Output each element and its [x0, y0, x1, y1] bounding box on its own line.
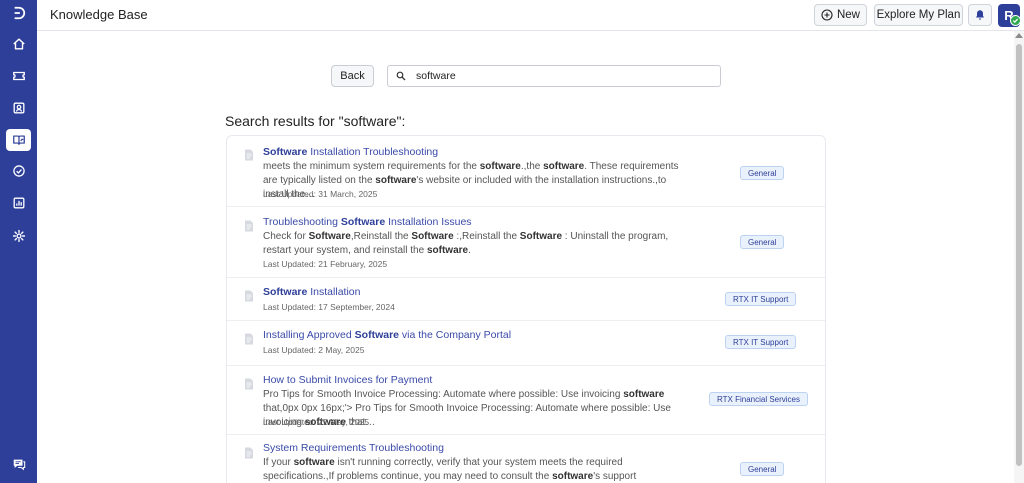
result-item[interactable]: Installing Approved Software via the Com… — [227, 321, 825, 366]
tasks-check-icon — [12, 165, 25, 177]
scroll-up-arrow-icon[interactable] — [1015, 33, 1023, 38]
result-title[interactable]: Software Installation — [263, 286, 360, 298]
result-title[interactable]: System Requirements Troubleshooting — [263, 442, 444, 454]
reports-icon — [13, 197, 24, 209]
notifications-button[interactable] — [968, 4, 992, 26]
category-badge[interactable]: General — [740, 235, 785, 249]
top-header: Knowledge Base New Explore My Plan R — [37, 0, 1024, 31]
result-last-updated: Last Updated: 2 May, 2025 — [263, 345, 365, 355]
search-icon — [396, 71, 406, 81]
back-button[interactable]: Back — [331, 65, 374, 87]
online-status-badge — [1010, 15, 1021, 26]
page-title: Knowledge Base — [50, 7, 148, 22]
sidebar-item-reports[interactable] — [6, 192, 31, 214]
check-icon — [1012, 18, 1019, 23]
result-item[interactable]: How to Submit Invoices for Payment Pro T… — [227, 366, 825, 435]
sidebar-item-tickets[interactable] — [6, 65, 31, 87]
sidebar-item-contacts[interactable] — [6, 97, 31, 119]
results-list: Software Installation Troubleshooting me… — [226, 135, 826, 483]
result-title[interactable]: How to Submit Invoices for Payment — [263, 374, 432, 386]
new-button[interactable]: New — [814, 4, 867, 26]
result-item[interactable]: Software Installation Troubleshooting me… — [227, 136, 825, 207]
plus-circle-icon — [821, 9, 833, 21]
result-last-updated: Last Updated: 17 September, 2024 — [263, 302, 395, 312]
chat-button[interactable] — [6, 453, 31, 475]
result-item[interactable]: System Requirements Troubleshooting If y… — [227, 435, 825, 483]
result-last-updated: Last Updated: 21 February, 2025 — [263, 259, 388, 269]
document-icon — [244, 377, 254, 390]
document-icon — [244, 219, 254, 232]
app-logo[interactable] — [6, 2, 31, 24]
home-icon — [12, 38, 25, 50]
knowledge-base-icon — [12, 135, 25, 145]
result-title[interactable]: Software Installation Troubleshooting — [263, 146, 438, 158]
category-badge[interactable]: General — [740, 462, 785, 476]
sidebar-item-home[interactable] — [6, 33, 31, 55]
category-badge[interactable]: RTX IT Support — [725, 292, 797, 306]
chat-icon — [13, 459, 25, 471]
scrollbar-thumb[interactable] — [1016, 44, 1022, 466]
document-icon — [244, 446, 254, 459]
category-badge[interactable]: RTX Financial Services — [709, 392, 808, 406]
explore-plan-button[interactable]: Explore My Plan — [874, 4, 963, 26]
sidebar-item-tasks[interactable] — [6, 160, 31, 182]
new-button-label: New — [836, 9, 860, 21]
document-icon — [244, 332, 254, 345]
result-snippet: If your software isn't running correctly… — [263, 457, 637, 482]
result-last-updated: Last Updated: 22 May, 2025 — [263, 417, 370, 427]
sidebar — [0, 0, 37, 483]
logo-icon — [14, 6, 25, 20]
app-root: Knowledge Base New Explore My Plan R Bac… — [0, 0, 1024, 483]
category-badge[interactable]: General — [740, 166, 785, 180]
bell-icon — [976, 10, 984, 20]
category-badge[interactable]: RTX IT Support — [725, 335, 797, 349]
result-last-updated: Last Updated: 31 March, 2025 — [263, 189, 378, 199]
result-title[interactable]: Installing Approved Software via the Com… — [263, 329, 511, 341]
result-title[interactable]: Troubleshooting Software Installation Is… — [263, 216, 472, 228]
settings-gear-icon — [12, 229, 25, 243]
results-heading: Search results for "software": — [225, 113, 406, 129]
document-icon — [244, 148, 254, 161]
result-item[interactable]: Troubleshooting Software Installation Is… — [227, 207, 825, 278]
document-icon — [244, 289, 254, 302]
ticket-icon — [12, 71, 25, 81]
sidebar-item-settings[interactable] — [6, 225, 31, 247]
search-box[interactable] — [387, 65, 721, 87]
search-input[interactable] — [416, 68, 706, 84]
contacts-icon — [13, 102, 24, 114]
result-item[interactable]: Software Installation Last Updated: 17 S… — [227, 278, 825, 321]
result-snippet: Check for Software,Reinstall the Softwar… — [263, 231, 669, 256]
sidebar-item-knowledge-base[interactable] — [6, 129, 31, 151]
